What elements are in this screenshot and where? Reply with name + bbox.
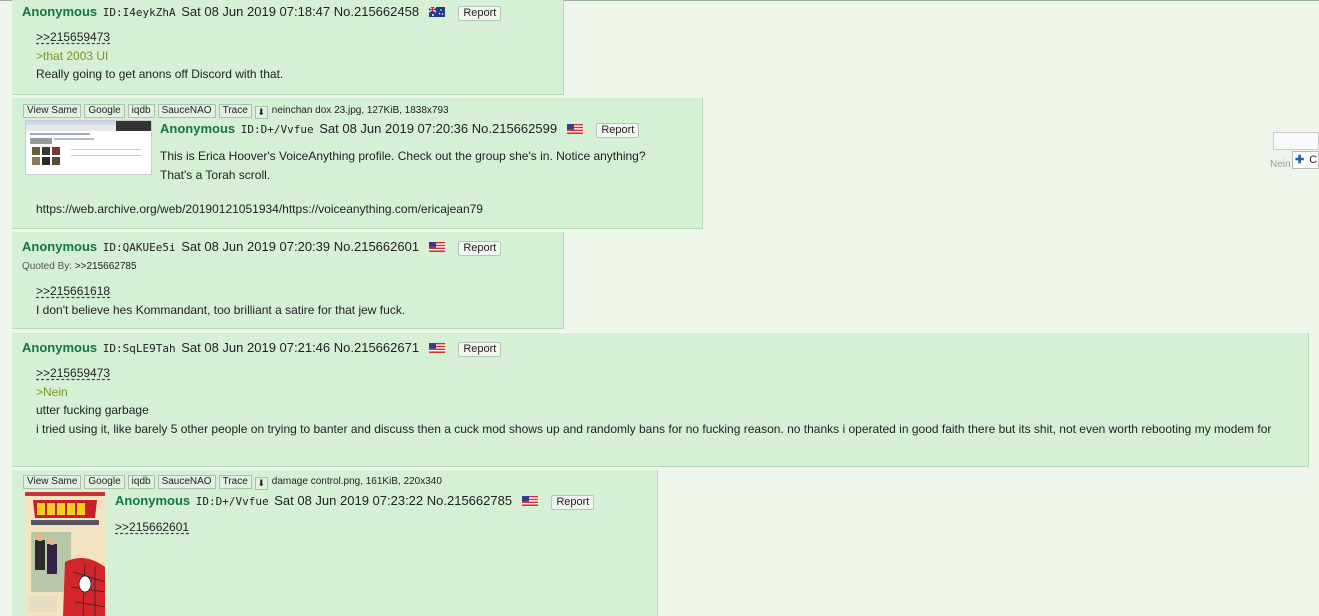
post-number[interactable]: No.215662599 — [472, 121, 557, 136]
post-215662458: Anonymous ID:I4eykZhA Sat 08 Jun 2019 07… — [12, 0, 564, 95]
us-flag-icon — [428, 343, 445, 353]
thumbnail-screenshot-icon — [26, 121, 151, 165]
post-message: >>215659473 >that 2003 UI Really going t… — [36, 28, 556, 84]
poster-name: Anonymous — [160, 121, 236, 136]
poster-id[interactable]: ID:SqLE9Tah — [103, 342, 176, 355]
message-text: i tried using it, like barely 5 other pe… — [36, 421, 1272, 436]
message-text: I don't believe hes Kommandant, too bril… — [36, 302, 406, 317]
australia-flag-icon — [428, 7, 445, 17]
view-same-button[interactable]: View Same — [23, 475, 82, 489]
poster-name: Anonymous — [22, 239, 98, 254]
post-215662599: View Same Google iqdb SauceNAO Trace ⬇ neincha… — [12, 98, 703, 229]
post-date: Sat 08 Jun 2019 07:21:46 — [181, 340, 331, 355]
poster-id[interactable]: ID:QAKUEe5i — [103, 241, 176, 254]
image-thumbnail[interactable] — [25, 120, 152, 175]
quote-link[interactable]: >>215661618 — [36, 282, 556, 301]
greentext: >that 2003 UI — [36, 48, 109, 63]
report-button[interactable]: Report — [458, 6, 502, 21]
download-icon[interactable]: ⬇ — [254, 106, 268, 119]
report-button[interactable]: Report — [458, 342, 502, 357]
post-header: Anonymous ID:D+/Vvfue Sat 08 Jun 2019 07… — [160, 121, 640, 138]
file-info[interactable]: neinchan dox 23.jpg, 127KiB, 1838x793 — [272, 105, 449, 116]
add-button[interactable]: ✚ C — [1292, 151, 1319, 169]
poster-name: Anonymous — [22, 4, 98, 19]
post-header: Anonymous ID:D+/Vvfue Sat 08 Jun 2019 07… — [115, 493, 595, 510]
report-button[interactable]: Report — [596, 123, 640, 138]
message-text: utter fucking garbage — [36, 403, 149, 417]
image-search-toolbar: View Same Google iqdb SauceNAO Trace ⬇ damage … — [23, 475, 442, 490]
us-flag-icon — [428, 242, 445, 252]
report-button[interactable]: Report — [458, 241, 502, 256]
post-message-link: https://web.archive.org/web/201901210519… — [36, 200, 636, 219]
saucenao-button[interactable]: SauceNAO — [157, 104, 216, 118]
post-header: Anonymous ID:SqLE9Tah Sat 08 Jun 2019 07… — [22, 340, 502, 357]
greentext: >Nein — [36, 384, 68, 399]
image-search-toolbar: View Same Google iqdb SauceNAO Trace ⬇ neincha… — [23, 104, 449, 119]
message-text: That's a Torah scroll. — [160, 167, 271, 182]
us-flag-icon — [521, 496, 538, 506]
poster-name: Anonymous — [115, 493, 191, 508]
file-info[interactable]: damage control.png, 161KiB, 220x340 — [272, 476, 442, 487]
comic-cover-thumbnail-icon — [25, 492, 105, 616]
download-icon[interactable]: ⬇ — [254, 477, 268, 490]
post-number[interactable]: No.215662601 — [334, 239, 419, 254]
post-date: Sat 08 Jun 2019 07:20:39 — [181, 239, 331, 254]
plus-icon: ✚ — [1295, 154, 1305, 166]
poster-id[interactable]: ID:D+/Vvfue — [241, 123, 314, 136]
us-flag-icon — [566, 124, 583, 134]
post-date: Sat 08 Jun 2019 07:20:36 — [319, 121, 469, 136]
report-button[interactable]: Report — [551, 495, 595, 510]
message-text: Really going to get anons off Discord wi… — [36, 67, 284, 81]
quoted-by-label: Quoted By: — [22, 261, 73, 272]
iqdb-button[interactable]: iqdb — [127, 475, 155, 489]
post-215662601: Anonymous ID:QAKUEe5i Sat 08 Jun 2019 07… — [12, 232, 564, 329]
floating-preview-widget[interactable]: Nein ✚ C — [1270, 132, 1319, 172]
quote-link[interactable]: >>215659473 — [36, 364, 1298, 383]
view-same-button[interactable]: View Same — [23, 104, 82, 118]
image-thumbnail[interactable] — [25, 492, 105, 616]
preview-thumb — [1273, 132, 1319, 150]
post-215662671: Anonymous ID:SqLE9Tah Sat 08 Jun 2019 07… — [12, 333, 1309, 467]
poster-name: Anonymous — [22, 340, 98, 355]
post-message: >>215661618 I don't believe hes Kommanda… — [36, 282, 556, 319]
post-number[interactable]: No.215662671 — [334, 340, 419, 355]
poster-id[interactable]: ID:I4eykZhA — [103, 6, 176, 19]
post-message: This is Erica Hoover's VoiceAnything pro… — [160, 147, 700, 184]
post-215662785: View Same Google iqdb SauceNAO Trace ⬇ damage … — [12, 470, 658, 616]
post-number[interactable]: No.215662458 — [334, 4, 419, 19]
quoted-by: Quoted By: >>215662785 — [22, 261, 137, 272]
quote-link[interactable]: >>215662601 — [115, 518, 635, 537]
google-button[interactable]: Google — [84, 475, 125, 489]
iqdb-button[interactable]: iqdb — [127, 104, 155, 118]
google-button[interactable]: Google — [84, 104, 125, 118]
post-message: >>215662601 — [115, 518, 635, 537]
poster-id[interactable]: ID:D+/Vvfue — [196, 495, 269, 508]
add-button-label: C — [1309, 154, 1318, 166]
post-date: Sat 08 Jun 2019 07:18:47 — [181, 4, 331, 19]
quoted-by-link[interactable]: >>215662785 — [75, 261, 137, 272]
post-header: Anonymous ID:I4eykZhA Sat 08 Jun 2019 07… — [22, 4, 502, 21]
message-text: This is Erica Hoover's VoiceAnything pro… — [160, 149, 646, 163]
trace-button[interactable]: Trace — [218, 104, 252, 118]
trace-button[interactable]: Trace — [218, 475, 252, 489]
post-number[interactable]: No.215662785 — [427, 493, 512, 508]
post-date: Sat 08 Jun 2019 07:23:22 — [274, 493, 424, 508]
saucenao-button[interactable]: SauceNAO — [157, 475, 216, 489]
archive-url[interactable]: https://web.archive.org/web/201901210519… — [36, 200, 636, 219]
preview-label: Nein — [1270, 159, 1291, 170]
post-message: >>215659473 >Nein utter fucking garbage … — [36, 364, 1298, 438]
quote-link[interactable]: >>215659473 — [36, 28, 556, 47]
post-header: Anonymous ID:QAKUEe5i Sat 08 Jun 2019 07… — [22, 239, 502, 256]
